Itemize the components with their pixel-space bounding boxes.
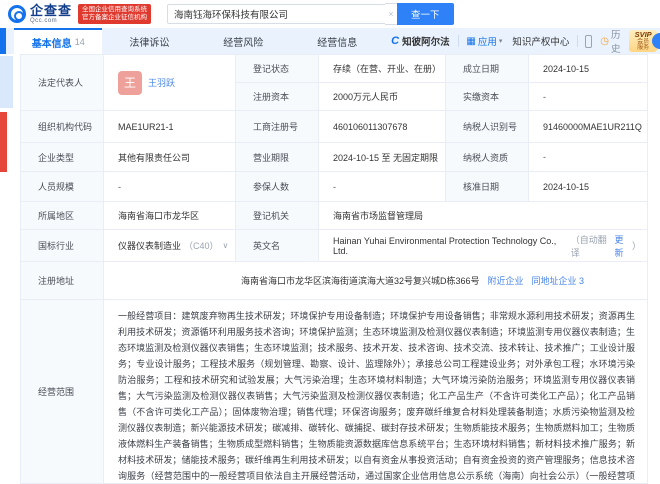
region-value: 海南省海口市龙华区 — [104, 202, 236, 230]
qcc-company-page: 企查查 Qcc.com 全国企业信用查询系统 官方备案企业征信机构 × 查一下 … — [0, 0, 660, 484]
left-edge-highlight-strip — [0, 56, 13, 108]
search-box: × 查一下 — [167, 3, 454, 25]
company-type-label: 企业类型 — [21, 143, 104, 172]
tax-qual-label: 纳税人资质 — [446, 143, 529, 172]
industry-expand-icon[interactable]: ∨ — [223, 241, 229, 250]
staff-size-label: 人员规模 — [21, 172, 104, 202]
tax-id-label: 纳税人识别号 — [446, 111, 529, 143]
brand-name: 企查查 — [30, 3, 73, 18]
reg-authority-label: 登记机关 — [236, 202, 319, 230]
biz-term-value: 2024-10-15 至 无固定期限 — [319, 143, 446, 172]
history-clock-icon: ◷ — [600, 35, 610, 47]
industry-label: 国标行业 — [21, 230, 104, 262]
paid-capital-label: 实缴资本 — [446, 83, 529, 111]
paid-capital-value: - — [529, 83, 648, 111]
phone-icon[interactable] — [585, 34, 593, 48]
reg-capital-value: 2000万元人民币 — [319, 83, 446, 111]
en-name-cell: Hainan Yuhai Environmental Protection Te… — [319, 230, 648, 262]
biz-term-label: 营业期限 — [236, 143, 319, 172]
divider — [457, 35, 459, 47]
tab-operating-risk[interactable]: 经营风险 — [196, 28, 290, 54]
zhibi-alpha-icon: C — [391, 35, 400, 47]
brand-domain: Qcc.com — [30, 18, 58, 24]
tab-bar: 基本信息 14 法律诉讼 经营风险 经营信息 C 知彼阿尔法 ▦ 应用 ▾ 知识… — [0, 27, 660, 55]
staff-size-value: - — [104, 172, 236, 202]
biz-reg-no-label: 工商注册号 — [236, 111, 319, 143]
scope-cell: 一般经营项目：建筑废弃物再生技术研发；环境保护专用设备制造；环境保护专用设备销售… — [104, 300, 648, 484]
qcc-logo[interactable]: 企查查 Qcc.com — [8, 4, 72, 24]
tab-basic-info-count: 14 — [74, 37, 85, 47]
region-label: 所属地区 — [21, 202, 104, 230]
org-code-value: MAE1UR21-1 — [104, 111, 236, 143]
address-label: 注册地址 — [21, 262, 104, 300]
scope-label: 经营范围 — [21, 300, 104, 484]
tax-qual-value: - — [529, 143, 648, 172]
nearby-companies-link[interactable]: 附近企业 — [488, 274, 524, 287]
industry-code: （C40） — [184, 241, 219, 251]
search-button[interactable]: 查一下 — [397, 3, 454, 25]
scope-text: 一般经营项目：建筑废弃物再生技术研发；环境保护专用设备制造；环境保护专用设备销售… — [118, 311, 635, 481]
legal-rep-avatar[interactable]: 王 — [118, 70, 142, 95]
est-date-value: 2024-10-15 — [529, 55, 648, 83]
clear-search-icon[interactable]: × — [385, 3, 398, 25]
qcc-logo-icon — [8, 5, 26, 23]
legal-rep-cell: 王 王羽跃 — [104, 55, 236, 111]
reg-status-label: 登记状态 — [236, 55, 319, 83]
tab-basic-info[interactable]: 基本信息 14 — [14, 28, 103, 54]
legal-rep-name-link[interactable]: 王羽跃 — [148, 76, 175, 89]
address-value: 海南省海口市龙华区滨海街道滨海大道32号复兴城D栋366号 — [241, 276, 480, 286]
basic-info-table: 法定代表人 王 王羽跃 登记状态 存续（在营、开业、在册） 成立日期 2024-… — [20, 54, 648, 484]
history-link[interactable]: ◷ 历史 — [600, 27, 622, 55]
auto-translate-note: （自动翻译 — [570, 234, 607, 258]
insured-label: 参保人数 — [236, 172, 319, 202]
divider — [577, 35, 579, 47]
ip-center-link[interactable]: 知识产权中心 — [512, 34, 569, 48]
badge-line2: 官方备案企业征信机构 — [82, 14, 148, 21]
approve-date-label: 核准日期 — [446, 172, 529, 202]
translate-update-link[interactable]: 更新 — [615, 233, 632, 259]
badge-line1: 全国企业信用查询系统 — [82, 6, 148, 13]
top-bar: 企查查 Qcc.com 全国企业信用查询系统 官方备案企业征信机构 × 查一下 — [0, 0, 660, 28]
biz-reg-no-value: 460106011307678 — [319, 111, 446, 143]
legal-rep-label: 法定代表人 — [21, 55, 104, 111]
chevron-down-icon: ▾ — [498, 38, 503, 45]
left-edge-red-strip — [0, 112, 7, 172]
reg-capital-label: 注册资本 — [236, 83, 319, 111]
company-type-value: 其他有限责任公司 — [104, 143, 236, 172]
apps-menu[interactable]: ▦ 应用 ▾ — [466, 34, 503, 49]
reg-status-value: 存续（在营、开业、在册） — [319, 55, 446, 83]
industry-value: 仪器仪表制造业 — [118, 241, 182, 251]
zhibi-alpha-link[interactable]: C 知彼阿尔法 — [391, 34, 449, 48]
address-cell: 海南省海口市龙华区滨海街道滨海大道32号复兴城D栋366号 附近企业 同地址企业… — [104, 262, 648, 300]
org-code-label: 组织机构代码 — [21, 111, 104, 143]
apps-grid-icon: ▦ — [466, 35, 476, 47]
tab-bar-tools: C 知彼阿尔法 ▦ 应用 ▾ 知识产权中心 ◷ 历史 SVIP 会员服务 — [386, 27, 660, 55]
search-input[interactable] — [167, 4, 386, 24]
official-badge: 全国企业信用查询系统 官方备案企业征信机构 — [78, 4, 152, 24]
industry-cell: 仪器仪表制造业 （C40） ∨ — [104, 230, 236, 262]
tab-operating-info[interactable]: 经营信息 — [290, 28, 384, 54]
en-name-label: 英文名 — [236, 230, 319, 262]
approve-date-value: 2024-10-15 — [529, 172, 648, 202]
tax-id-value: 91460000MAE1UR211Q — [529, 111, 648, 143]
en-name-value: Hainan Yuhai Environmental Protection Te… — [333, 235, 557, 256]
left-edge-blue-strip — [0, 28, 6, 54]
same-address-companies-link[interactable]: 同地址企业 3 — [532, 274, 585, 287]
tab-legal-litigation[interactable]: 法律诉讼 — [102, 28, 196, 54]
est-date-label: 成立日期 — [446, 55, 529, 83]
reg-authority-value: 海南省市场监督管理局 — [319, 202, 648, 230]
insured-value: - — [319, 172, 446, 202]
